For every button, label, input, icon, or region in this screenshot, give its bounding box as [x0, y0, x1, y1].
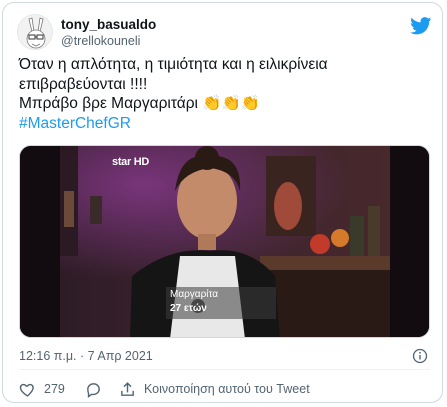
tweet-header: tony_basualdo @trellokouneli — [17, 14, 432, 54]
tweet-media-image[interactable]: star HD Μαργαρίτα 27 ετών — [19, 145, 430, 338]
tweet-text-line: επιβραβεύονται !!!! — [19, 75, 148, 93]
tweet-timestamp[interactable]: 12:16 π.μ. · 7 Απρ 2021 — [19, 349, 153, 363]
hashtag-link[interactable]: #MasterChefGR — [19, 114, 429, 134]
divider — [19, 369, 430, 370]
tweet-text: Όταν η απλότητα, η τιμιότητα και η ειλικ… — [19, 55, 429, 133]
channel-logo: star HD — [112, 156, 150, 168]
contestant-nameplate: Μαργαρίτα 27 ετών — [166, 287, 276, 319]
heart-icon — [19, 383, 34, 397]
tweet-card[interactable]: tony_basualdo @trellokouneli Όταν η απλό… — [2, 2, 443, 403]
share-label: Κοινοποίηση αυτού του Tweet — [144, 382, 310, 396]
twitter-bird-icon[interactable] — [410, 17, 432, 35]
avatar[interactable] — [17, 14, 53, 50]
nameplate-name: Μαργαρίτα — [170, 289, 219, 300]
speech-bubble-icon — [87, 382, 100, 398]
info-icon[interactable] — [412, 348, 428, 364]
user-handle[interactable]: @trellokouneli — [61, 34, 140, 48]
display-name[interactable]: tony_basualdo — [61, 17, 156, 32]
reply-button[interactable] — [85, 379, 102, 399]
nameplate-subtitle: 27 ετών — [170, 303, 207, 314]
tweet-text-line: Όταν η απλότητα, η τιμιότητα και η ειλικ… — [19, 56, 328, 73]
rabbit-avatar-icon — [18, 15, 52, 49]
like-count: 279 — [44, 382, 65, 396]
tweet-text-line: Μπράβο βρε Μαργαριτάρι 👏👏👏 — [19, 95, 261, 112]
like-button[interactable]: 279 — [19, 379, 65, 399]
share-icon — [121, 381, 134, 396]
tweet-actions: 279 Κοινοποίηση αυτού του Tweet — [19, 379, 429, 399]
share-button[interactable]: Κοινοποίηση αυτού του Tweet — [119, 379, 310, 399]
